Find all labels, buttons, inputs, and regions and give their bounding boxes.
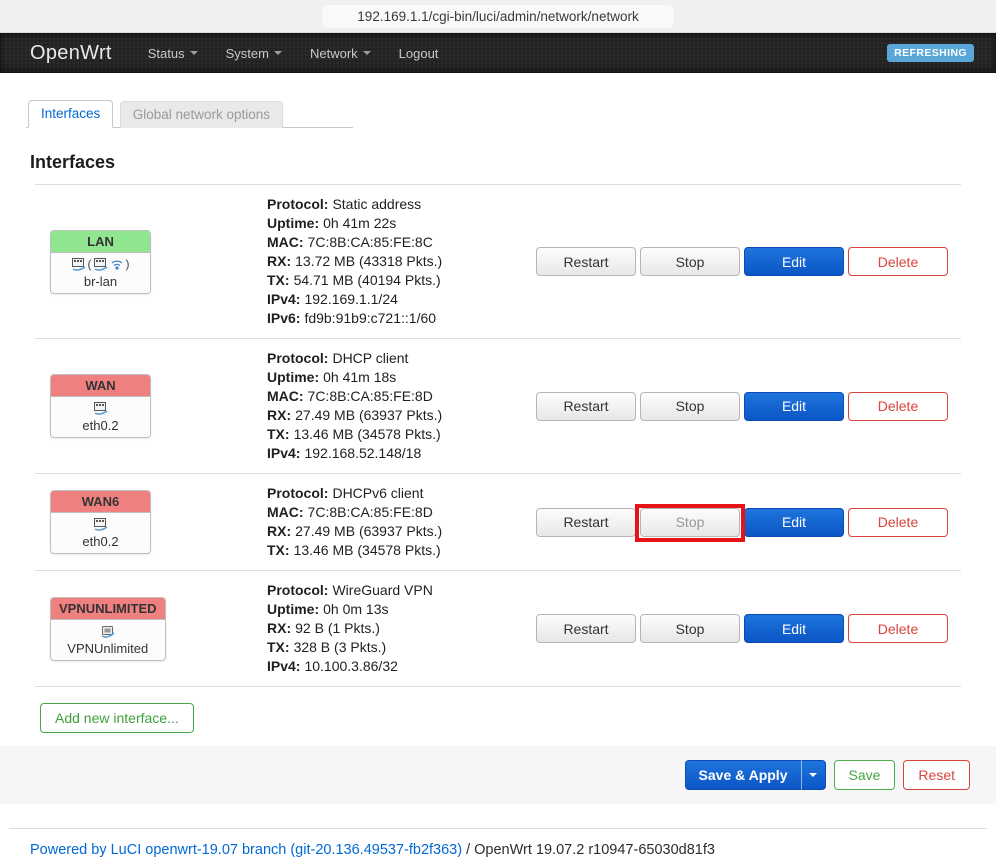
zone-card-vpnunlimited: VPNUNLIMITED VPNUnlimited [50,597,166,661]
lan-edit-button[interactable]: Edit [744,247,844,276]
lan-restart-button[interactable]: Restart [536,247,636,276]
bridge-open-paren: ( [88,258,92,270]
zone-card-wan: WAN eth0.2 [50,374,151,438]
tab-bar: Interfaces Global network options [26,100,353,128]
address-bar[interactable]: 192.169.1.1/cgi-bin/luci/admin/network/n… [322,5,674,28]
luci-footer-link[interactable]: Powered by LuCI openwrt-19.07 branch (gi… [30,842,462,858]
browser-url-bar: 192.169.1.1/cgi-bin/luci/admin/network/n… [0,0,996,33]
save-apply-split-button: Save & Apply [685,760,826,790]
save-button[interactable]: Save [834,760,896,790]
device-name: eth0.2 [57,418,144,433]
vpnunlimited-stop-button[interactable]: Stop [640,614,740,643]
chevron-down-icon [809,773,817,781]
footer: Powered by LuCI openwrt-19.07 branch (gi… [30,842,996,858]
add-new-interface-button[interactable]: Add new interface... [40,703,194,733]
wan-stop-button[interactable]: Stop [640,392,740,421]
nav-item-status[interactable]: Status [148,46,198,61]
vpnunlimited-delete-button[interactable]: Delete [848,614,948,643]
tunnel-icon [101,625,115,638]
interface-details: Protocol:Static address Uptime:0h 41m 22… [267,195,536,328]
openwrt-brand[interactable]: OpenWrt [30,42,112,65]
reset-button[interactable]: Reset [903,760,970,790]
top-navbar: OpenWrt Status System Network Logout REF… [0,33,996,73]
nav-item-system[interactable]: System [226,46,282,61]
page-title: Interfaces [30,152,970,173]
ethernet-icon [72,258,86,271]
lan-stop-button[interactable]: Stop [640,247,740,276]
tab-global-network-options[interactable]: Global network options [120,101,283,128]
vpnunlimited-edit-button[interactable]: Edit [744,614,844,643]
action-bar: Save & Apply Save Reset [0,746,996,804]
device-name: eth0.2 [57,534,144,549]
bridge-close-paren: ) [126,258,130,270]
zone-name: LAN [51,231,150,253]
wan-delete-button[interactable]: Delete [848,392,948,421]
ethernet-icon [94,518,108,531]
interface-row-vpnunlimited: VPNUNLIMITED VPNUnlimited Protocol:WireG… [35,571,961,687]
chevron-down-icon [274,51,282,59]
zone-name: VPNUNLIMITED [51,598,165,620]
wifi-icon [110,258,124,271]
divider [9,828,987,829]
refreshing-status-badge: REFRESHING [887,44,974,62]
interface-row-wan6: WAN6 eth0.2 Protocol:DHCPv6 client MAC:7… [35,474,961,571]
ethernet-icon [94,402,108,415]
wan-edit-button[interactable]: Edit [744,392,844,421]
nav-item-network[interactable]: Network [310,46,371,61]
device-name: VPNUnlimited [57,641,159,656]
interface-row-lan: LAN ( ) br-lan Protocol:Static address U… [35,185,961,339]
lan-delete-button[interactable]: Delete [848,247,948,276]
vpnunlimited-restart-button[interactable]: Restart [536,614,636,643]
wan6-edit-button[interactable]: Edit [744,508,844,537]
save-apply-button[interactable]: Save & Apply [685,760,801,790]
device-name: br-lan [57,274,144,289]
url-text: 192.169.1.1/cgi-bin/luci/admin/network/n… [357,9,638,24]
chevron-down-icon [363,51,371,59]
chevron-down-icon [190,51,198,59]
wan-restart-button[interactable]: Restart [536,392,636,421]
wan6-stop-button[interactable]: Stop [640,508,740,537]
footer-version-text: / OpenWrt 19.07.2 r10947-65030d81f3 [462,842,715,858]
nav-item-logout[interactable]: Logout [399,46,439,61]
wan6-restart-button[interactable]: Restart [536,508,636,537]
tab-interfaces[interactable]: Interfaces [28,100,113,128]
ethernet-icon [94,258,108,271]
interface-row-wan: WAN eth0.2 Protocol:DHCP client Uptime:0… [35,339,961,474]
zone-card-wan6: WAN6 eth0.2 [50,490,151,554]
interface-details: Protocol:WireGuard VPN Uptime:0h 0m 13s … [267,581,536,676]
interface-details: Protocol:DHCP client Uptime:0h 41m 18s M… [267,349,536,463]
zone-name: WAN6 [51,491,150,513]
wan6-delete-button[interactable]: Delete [848,508,948,537]
zone-card-lan: LAN ( ) br-lan [50,230,151,294]
zone-name: WAN [51,375,150,397]
interface-details: Protocol:DHCPv6 client MAC:7C:8B:CA:85:F… [267,484,536,560]
save-apply-dropdown-button[interactable] [801,760,826,790]
